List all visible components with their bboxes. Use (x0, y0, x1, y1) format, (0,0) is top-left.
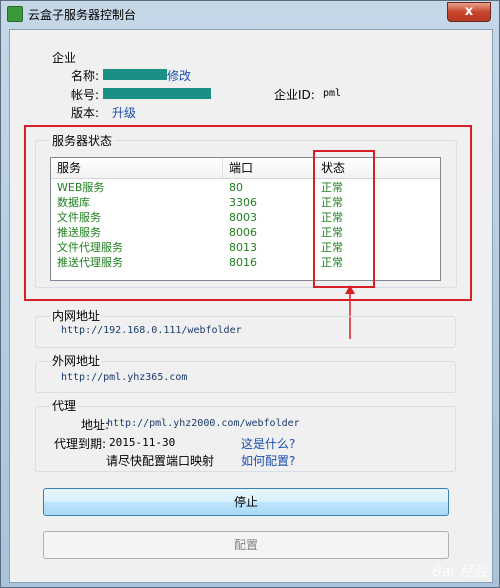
version-label: 版本: (71, 106, 100, 120)
enterprise-id-label: 企业ID: (274, 88, 315, 102)
lan-address-group: 内网地址 http://192.168.0.111/webfolder (35, 307, 456, 348)
app-window: 云盒子服务器控制台 x 企业 名称: 修改 帐号: 企业ID: pml 版本: … (0, 0, 500, 588)
account-label: 帐号: (71, 88, 100, 102)
how-to-configure-link[interactable]: 如何配置? (241, 452, 295, 469)
name-redacted (103, 69, 167, 80)
upgrade-link[interactable]: 升级 (112, 104, 136, 121)
wan-address-url[interactable]: http://pml.yhz365.com (61, 372, 187, 383)
proxy-hint-text: 请尽快配置端口映射 (106, 454, 215, 468)
app-icon (7, 6, 23, 22)
proxy-address-url[interactable]: http://pml.yhz2000.com/webfolder (107, 418, 300, 429)
edit-link[interactable]: 修改 (167, 67, 191, 84)
proxy-section-label: 代理 (50, 397, 79, 414)
what-is-this-link[interactable]: 这是什么? (241, 435, 295, 452)
proxy-expiry-label: 代理到期: (54, 437, 107, 451)
client-area: 企业 名称: 修改 帐号: 企业ID: pml 版本: 升级 服务器状态 服务 … (9, 29, 493, 583)
enterprise-section-label: 企业 (50, 49, 79, 66)
annotation-box-status-panel (24, 125, 472, 301)
wan-address-section-label: 外网地址 (50, 352, 103, 369)
proxy-address-label: 地址: (81, 418, 110, 432)
window-title: 云盒子服务器控制台 (28, 8, 137, 22)
lan-address-section-label: 内网地址 (50, 307, 103, 324)
close-button[interactable]: x (447, 2, 491, 22)
stop-button[interactable]: 停止 (43, 488, 449, 516)
configure-button[interactable]: 配置 (43, 531, 449, 559)
account-redacted (103, 88, 211, 99)
wan-address-group: 外网地址 http://pml.yhz365.com (35, 352, 456, 393)
title-bar: 云盒子服务器控制台 x (1, 1, 499, 27)
watermark: Bai 经验 (432, 564, 487, 580)
name-label: 名称: (71, 69, 100, 83)
lan-address-url[interactable]: http://192.168.0.111/webfolder (61, 325, 242, 336)
proxy-expiry-date: 2015-11-30 (109, 436, 176, 449)
annotation-box-status-column (313, 150, 375, 288)
enterprise-id-value: pml (323, 88, 342, 99)
